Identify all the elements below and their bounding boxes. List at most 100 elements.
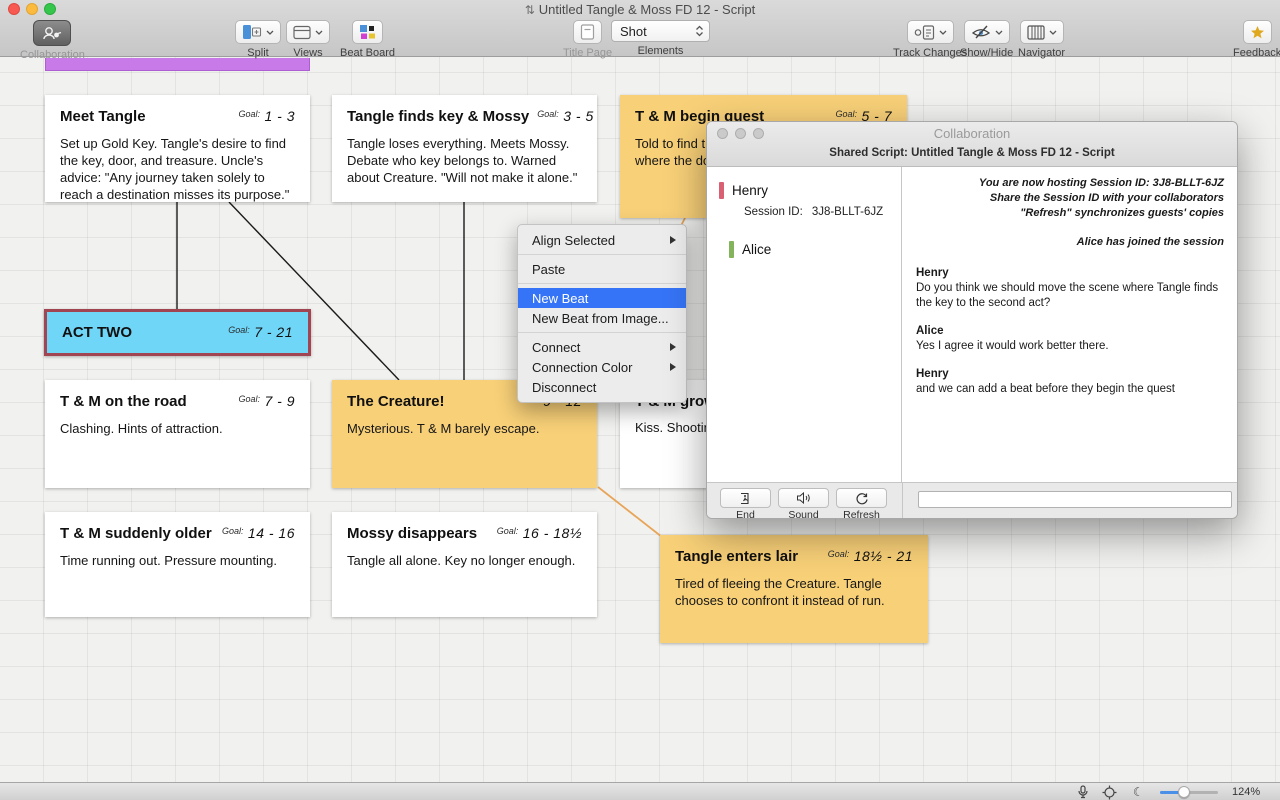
beat-card-body: Clashing. Hints of attraction. [60, 420, 295, 437]
zoom-slider[interactable] [1160, 791, 1218, 794]
show-hide-button[interactable] [964, 20, 1010, 44]
views-button[interactable] [286, 20, 330, 44]
beat-card-body: Tired of fleeing the Creature. Tangle ch… [675, 575, 913, 609]
submenu-arrow-icon [670, 363, 676, 371]
title-page-button[interactable] [573, 20, 602, 44]
menu-item-new-beat-from-image[interactable]: New Beat from Image... [518, 308, 686, 328]
menu-item-paste[interactable]: Paste [518, 259, 686, 279]
beat-board-label: Beat Board [340, 47, 395, 59]
navigator-icon [1027, 25, 1045, 40]
navigator-toolbar-item: Navigator [1018, 20, 1065, 59]
footer-divider [902, 483, 903, 518]
show-hide-toolbar-item: Show/Hide [960, 20, 1013, 59]
zoom-level-value: 124% [1232, 786, 1260, 798]
beat-goal: Goal: 1 - 3 [239, 108, 295, 126]
submenu-arrow-icon [670, 236, 676, 244]
beat-goal: Goal: 14 - 16 [222, 525, 295, 543]
refresh-button-label: Refresh [843, 509, 880, 519]
beat-goal: Goal: 7 - 9 [239, 393, 295, 411]
chat-message: Henry Do you think we should move the sc… [916, 266, 1224, 311]
chat-transcript: Henry Do you think we should move the sc… [916, 266, 1224, 397]
menu-item-align-selected[interactable]: Align Selected [518, 230, 686, 250]
participant-color-bar [729, 241, 734, 258]
night-mode-moon-icon[interactable]: ☾ [1133, 785, 1144, 799]
track-changes-button[interactable] [907, 20, 954, 44]
crosshair-icon[interactable] [1102, 785, 1117, 800]
beat-card-finds-key[interactable]: Tangle finds key & Mossy Goal: 3 - 5 Tan… [332, 95, 597, 202]
beat-card-act-two-selected[interactable]: ACT TWO Goal: 7 - 21 [44, 309, 311, 356]
show-hide-label: Show/Hide [960, 47, 1013, 59]
beat-card-mossy-disappears[interactable]: Mossy disappears Goal: 16 - 18½ Tangle a… [332, 512, 597, 617]
beat-goal: Goal: 16 - 18½ [497, 525, 582, 543]
feedback-button[interactable] [1243, 20, 1272, 44]
beat-board-button[interactable] [352, 20, 383, 44]
chevron-down-icon [939, 30, 947, 35]
join-message: Alice has joined the session [916, 235, 1224, 250]
show-hide-eye-icon [971, 25, 991, 40]
participant-color-bar [719, 182, 724, 199]
element-type-select[interactable]: Shot [611, 20, 710, 42]
beat-board-icon [359, 24, 376, 40]
menu-item-disconnect[interactable]: Disconnect [518, 377, 686, 397]
feedback-toolbar-item: Feedback [1233, 20, 1280, 59]
beat-card-suddenly-older[interactable]: T & M suddenly older Goal: 14 - 16 Time … [45, 512, 310, 617]
chat-input[interactable] [918, 491, 1232, 508]
title-page-label: Title Page [563, 47, 612, 59]
track-changes-label: Track Changes [893, 47, 967, 59]
beat-card-title: Mossy disappears [347, 525, 477, 542]
chevron-down-icon [266, 30, 274, 35]
beat-card-enters-lair[interactable]: Tangle enters lair Goal: 18½ - 21 Tired … [660, 535, 928, 643]
beat-card-title: Tangle enters lair [675, 548, 798, 565]
beat-card-on-the-road[interactable]: T & M on the road Goal: 7 - 9 Clashing. … [45, 380, 310, 488]
context-menu: Align Selected Paste New Beat New Beat f… [517, 224, 687, 403]
microphone-icon[interactable] [1077, 785, 1089, 799]
navigator-button[interactable] [1020, 20, 1064, 44]
collaboration-titlebar[interactable]: Collaboration Shared Script: Untitled Ta… [707, 122, 1237, 167]
elements-toolbar-item: Shot Elements [611, 20, 710, 57]
menu-item-new-beat[interactable]: New Beat [518, 288, 686, 308]
session-id-value: 3J8-BLLT-6JZ [812, 206, 883, 218]
collaboration-window-title: Collaboration [707, 126, 1237, 141]
beat-board-toolbar-item: Beat Board [340, 20, 395, 59]
window-header: ⇅Untitled Tangle & Moss FD 12 - Script C… [0, 0, 1280, 57]
chat-panel: You are now hosting Session ID: 3J8-BLLT… [902, 167, 1237, 482]
split-button[interactable] [235, 20, 281, 44]
end-session-button[interactable] [720, 488, 771, 508]
collaboration-window: Collaboration Shared Script: Untitled Ta… [706, 121, 1238, 519]
statusbar: ☾ 124% [0, 782, 1280, 800]
menu-item-connection-color[interactable]: Connection Color [518, 357, 686, 377]
participant-name: Henry [732, 183, 768, 198]
menu-separator [518, 283, 686, 284]
collaboration-people-icon [41, 26, 63, 41]
beat-card-meet-tangle[interactable]: Meet Tangle Goal: 1 - 3 Set up Gold Key.… [45, 95, 310, 202]
zoom-slider-thumb[interactable] [1178, 786, 1190, 798]
collaboration-button[interactable] [33, 20, 71, 46]
sound-button[interactable] [778, 488, 829, 508]
navigator-label: Navigator [1018, 47, 1065, 59]
stepper-arrows-icon [695, 25, 704, 37]
submenu-arrow-icon [670, 343, 676, 351]
beat-goal: Goal: 3 - 5 [537, 108, 593, 126]
sound-control: Sound [778, 488, 829, 519]
shared-script-subtitle: Shared Script: Untitled Tangle & Moss FD… [707, 147, 1237, 159]
window-title: ⇅Untitled Tangle & Moss FD 12 - Script [0, 2, 1280, 17]
beat-goal: Goal: 18½ - 21 [828, 548, 913, 566]
speaker-icon [796, 492, 811, 504]
split-toolbar-item: Split [235, 20, 281, 59]
chat-message: Henry and we can add a beat before they … [916, 367, 1224, 397]
split-label: Split [247, 47, 268, 59]
participant-host[interactable]: Henry [719, 182, 889, 199]
beat-card-title: T & M on the road [60, 393, 187, 410]
title-page-icon [580, 24, 595, 40]
participant-guest[interactable]: Alice [729, 241, 889, 258]
beat-card-title: Meet Tangle [60, 108, 146, 125]
menu-item-connect[interactable]: Connect [518, 337, 686, 357]
refresh-icon [855, 492, 869, 505]
track-changes-toolbar-item: Track Changes [893, 20, 967, 59]
beat-goal: Goal: 7 - 21 [228, 324, 293, 342]
beat-card-body: Tangle all alone. Key no longer enough. [347, 552, 582, 569]
beat-card-title: The Creature! [347, 393, 445, 410]
views-window-icon [293, 25, 311, 40]
refresh-button[interactable] [836, 488, 887, 508]
views-toolbar-item: Views [286, 20, 330, 59]
